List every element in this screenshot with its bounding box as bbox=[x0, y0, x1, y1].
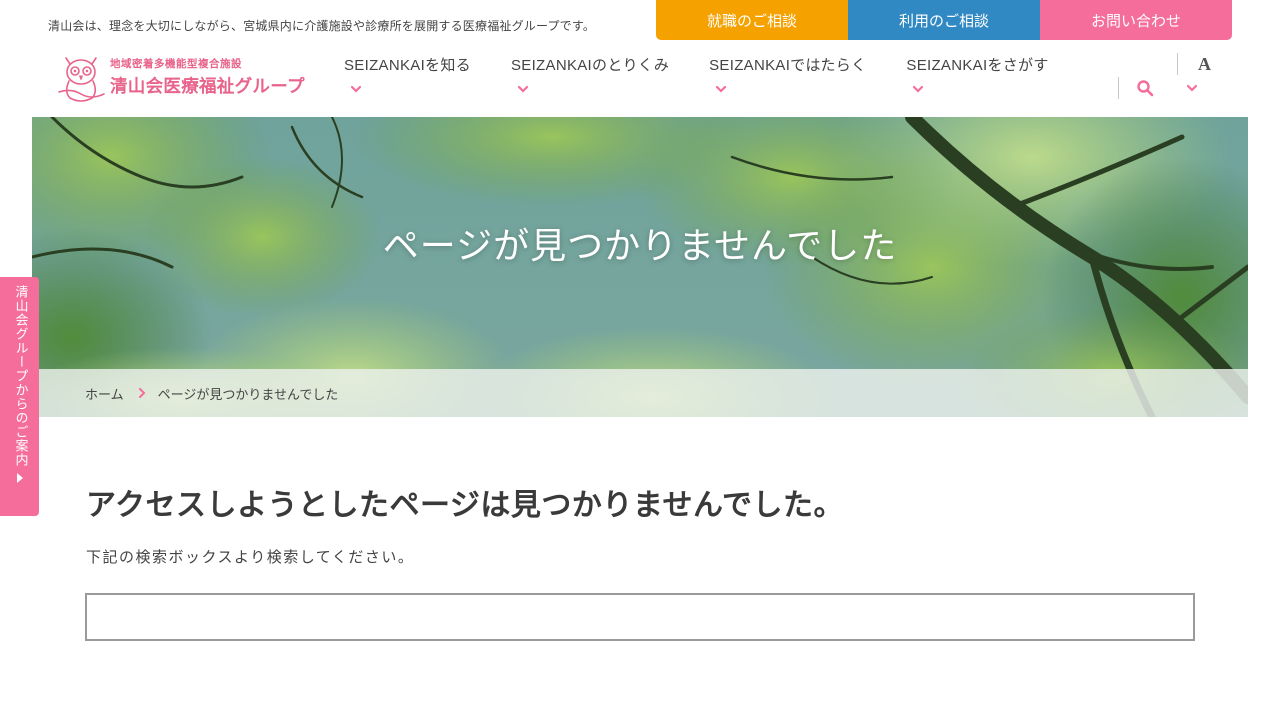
nav-item-careers[interactable]: SEIZANKAIではたらく bbox=[709, 54, 866, 95]
search-icon bbox=[1136, 80, 1153, 97]
header-tagline: 清山会は、理念を大切にしながら、宮城県内に介護施設や診療所を展開する医療福祉グル… bbox=[48, 19, 596, 33]
nav-item-label: SEIZANKAIではたらく bbox=[709, 57, 867, 74]
search-input[interactable] bbox=[85, 593, 1195, 641]
side-tab-label: 清山会グループからのご案内 bbox=[12, 285, 28, 467]
nav-item-label: SEIZANKAIを知る bbox=[344, 57, 471, 74]
page-title: ページが見つかりませんでした bbox=[382, 226, 898, 267]
breadcrumb-current: ページが見つかりませんでした bbox=[157, 387, 339, 403]
chevron-down-icon bbox=[716, 85, 727, 93]
chevron-right-icon bbox=[138, 388, 146, 398]
main-nav: SEIZANKAIを知る SEIZANKAIのとりくみ SEIZANKAIではた… bbox=[344, 54, 1089, 95]
nav-item-initiatives[interactable]: SEIZANKAIのとりくみ bbox=[511, 54, 669, 95]
header-action-buttons: 就職のご相談 利用のご相談 お問い合わせ bbox=[656, 0, 1232, 40]
chevron-down-icon bbox=[517, 85, 529, 93]
not-found-heading: アクセスしようとしたページは見つかりませんでした。 bbox=[86, 488, 844, 523]
site-logo[interactable]: 地域密着多機能型複合施設 清山会医療福祉グループ bbox=[56, 48, 318, 106]
logo-name: 清山会医療福祉グループ bbox=[110, 77, 305, 97]
owl-logo-icon bbox=[58, 57, 105, 102]
chevron-down-icon bbox=[913, 85, 924, 93]
logo-subtitle: 地域密着多機能型複合施設 bbox=[110, 58, 242, 70]
service-consultation-button[interactable]: 利用のご相談 bbox=[848, 0, 1040, 40]
header-search-button[interactable] bbox=[1118, 77, 1170, 99]
nav-item-label: SEIZANKAIをさがす bbox=[906, 57, 1049, 74]
font-size-button[interactable]: A bbox=[1177, 53, 1211, 75]
job-consultation-button[interactable]: 就職のご相談 bbox=[656, 0, 848, 40]
hero-banner: ページが見つかりませんでした ホーム ページが見つかりませんでした bbox=[32, 117, 1248, 417]
chevron-down-icon[interactable] bbox=[1185, 82, 1199, 94]
not-found-description: 下記の検索ボックスより検索してください。 bbox=[86, 548, 415, 566]
group-guide-side-tab[interactable]: 清山会グループからのご案内 bbox=[0, 277, 39, 516]
caret-right-icon bbox=[16, 473, 23, 483]
breadcrumb: ホーム ページが見つかりませんでした bbox=[32, 369, 1248, 417]
chevron-down-icon bbox=[350, 85, 362, 93]
breadcrumb-home-link[interactable]: ホーム bbox=[85, 384, 124, 403]
contact-button[interactable]: お問い合わせ bbox=[1040, 0, 1232, 40]
nav-item-about[interactable]: SEIZANKAIを知る bbox=[344, 54, 471, 95]
nav-item-find[interactable]: SEIZANKAIをさがす bbox=[906, 54, 1048, 95]
nav-item-label: SEIZANKAIのとりくみ bbox=[510, 57, 670, 74]
